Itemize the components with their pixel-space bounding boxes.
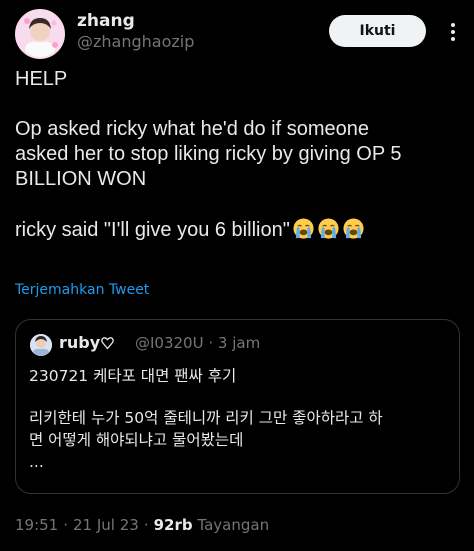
loudly-crying-face-icon	[343, 218, 364, 239]
quoted-author-name[interactable]: ruby	[59, 332, 114, 354]
footer-separator: ·	[143, 516, 149, 534]
tweet-text: HELP Op asked ricky what he'd do if some…	[15, 67, 461, 243]
tweet-line: BILLION WON	[15, 168, 147, 190]
loudly-crying-face-icon	[293, 218, 314, 239]
tweet-line-with-emoji: ricky said "I'll give you 6 billion"	[15, 217, 461, 243]
tweet-line: Op asked ricky what he'd do if someone	[15, 118, 370, 140]
tweet-time[interactable]: 19:51	[15, 516, 58, 534]
tweet-footer: 19:51 · 21 Jul 23 · 92rb Tayangan	[15, 515, 269, 535]
quoted-tweet-card[interactable]: ruby @I0320U · 3 jam 230721 케타포 대면 팬싸 후기…	[15, 319, 460, 494]
author-handle[interactable]: @zhanghaozip	[77, 32, 194, 52]
quoted-tweet-time: 3 jam	[217, 334, 261, 352]
tweet-date[interactable]: 21 Jul 23	[73, 516, 139, 534]
footer-separator: ·	[63, 516, 69, 534]
quoted-tweet-line: 면 어떻게 해야되냐고 물어봤는데	[29, 431, 244, 449]
quoted-tweet-meta: @I0320U · 3 jam	[135, 333, 260, 353]
quoted-tweet-text: 230721 케타포 대면 팬싸 후기 리키한테 누가 50억 줄테니까 리키 …	[29, 365, 447, 473]
views-label: Tayangan	[197, 516, 270, 534]
loudly-crying-face-icon	[318, 218, 339, 239]
quoted-author-display-name: ruby	[59, 333, 101, 352]
tweet-line: asked her to stop liking ricky by giving…	[15, 143, 402, 165]
views-count: 92rb	[153, 516, 193, 534]
tweet-line: HELP	[15, 68, 68, 90]
heart-outline-icon	[101, 337, 114, 350]
more-options-icon[interactable]	[441, 20, 465, 44]
tweet-header: zhang @zhanghaozip Ikuti	[0, 0, 474, 62]
quoted-author-avatar[interactable]	[30, 334, 52, 356]
quoted-tweet-line: 230721 케타포 대면 팬싸 후기	[29, 367, 237, 385]
follow-button[interactable]: Ikuti	[329, 15, 426, 47]
quoted-author-handle: @I0320U	[135, 334, 204, 352]
meta-separator: ·	[208, 334, 214, 352]
tweet-line: ricky said "I'll give you 6 billion"	[15, 219, 290, 241]
quoted-tweet-line: ...	[29, 453, 44, 471]
author-avatar[interactable]	[15, 9, 65, 59]
author-display-name[interactable]: zhang	[77, 11, 135, 31]
quoted-tweet-line: 리키한테 누가 50억 줄테니까 리키 그만 좋아하라고 하	[29, 409, 383, 427]
translate-tweet-link[interactable]: Terjemahkan Tweet	[15, 280, 149, 300]
